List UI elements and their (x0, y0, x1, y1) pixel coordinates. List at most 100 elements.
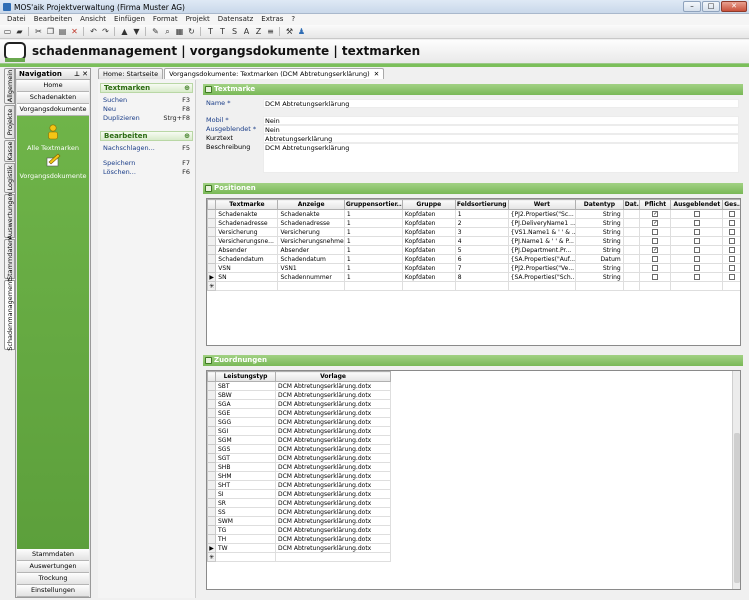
cell-gruppe[interactable]: Kopfdaten (401, 218, 456, 228)
cell-datentyp[interactable]: String (575, 245, 624, 255)
cell-feldsortierung[interactable]: 5 (454, 245, 509, 255)
nav-home-button[interactable]: Home (17, 80, 89, 92)
cell-dat[interactable] (622, 236, 641, 246)
cell-ges[interactable] (722, 218, 740, 228)
table-row[interactable]: Versicherungsne... Versicherungsnehmer 1 Ko… (207, 236, 740, 246)
cell-ausgeblendet[interactable] (670, 254, 724, 264)
cut-icon[interactable]: ✂ (33, 26, 44, 37)
col-vorlage[interactable]: Vorlage (275, 371, 391, 382)
cell-leistungstyp[interactable]: SGT (215, 453, 276, 463)
cell-textmarke[interactable]: Schadendatum (215, 254, 279, 264)
col-wert[interactable]: Wert (507, 199, 577, 210)
col-gruppensortierung[interactable]: Gruppensortier... (343, 199, 403, 210)
action-nachschlagen[interactable]: Nachschlagen... F5 (100, 144, 193, 153)
col-ges[interactable]: Ges... (722, 199, 740, 210)
checkbox[interactable] (693, 211, 700, 217)
cell-gruppensortierung[interactable]: 1 (343, 263, 403, 273)
cell-ges[interactable] (722, 263, 740, 273)
table-row[interactable]: Absender Absender 1 Kopfdaten 5 {PJ.Departmen… (207, 245, 740, 255)
cell-vorlage[interactable]: DCM Abtretungserklärung.dotx (275, 534, 391, 544)
cell-ausgeblendet[interactable] (670, 236, 724, 246)
cell-anzeige[interactable]: Absender (277, 245, 345, 255)
cell-anzeige[interactable]: Versicherung (277, 227, 345, 237)
row-selector[interactable] (207, 426, 216, 436)
arrow-down-icon[interactable]: ▼ (131, 26, 142, 37)
cell-datentyp[interactable]: String (575, 227, 624, 237)
user-icon[interactable]: ♟ (296, 26, 307, 37)
row-selector[interactable] (207, 480, 216, 490)
checkbox[interactable]: ✓ (652, 220, 659, 226)
cell-dat[interactable] (622, 245, 641, 255)
collapse-icon[interactable]: ⊕ (184, 84, 190, 93)
row-selector[interactable] (207, 245, 217, 255)
cell-wert[interactable]: {SA.Properties("Sch... (507, 272, 577, 282)
cell-leistungstyp[interactable]: SHB (215, 462, 276, 472)
vtab-auswertungen[interactable]: Auswertungen (4, 193, 15, 239)
new-icon[interactable]: ▭ (2, 26, 13, 37)
zuordnungen-scrollbar[interactable] (732, 371, 740, 589)
empty-cell[interactable] (343, 281, 403, 291)
cell-anzeige[interactable]: Versicherungsnehmer (277, 236, 345, 246)
row-selector[interactable]: ▶ (207, 543, 216, 553)
ausgeblendet-input[interactable]: Nein (263, 125, 739, 134)
maximize-button[interactable]: □ (702, 1, 720, 12)
checkbox[interactable]: ✓ (652, 211, 659, 217)
cell-ges[interactable] (722, 209, 740, 219)
cell-gruppe[interactable]: Kopfdaten (401, 254, 456, 264)
nav-schadenakten-button[interactable]: Schadenakten (17, 92, 89, 104)
cell-feldsortierung[interactable]: 3 (454, 227, 509, 237)
cell-ges[interactable] (722, 227, 740, 237)
cell-leistungstyp[interactable]: SI (215, 489, 276, 499)
paste-icon[interactable]: ▤ (57, 26, 68, 37)
row-selector[interactable]: ▶ (207, 272, 217, 282)
cell-gruppensortierung[interactable]: 1 (343, 254, 403, 264)
menu-datei[interactable]: Datei (3, 14, 30, 25)
cell-leistungstyp[interactable]: SGM (215, 435, 276, 445)
nav-trockung-button[interactable]: Trockung (17, 573, 89, 585)
cell-ges[interactable] (722, 236, 740, 246)
table-row[interactable]: SHT DCM Abtretungserklärung.dotx (207, 480, 391, 490)
table-row[interactable]: ▶ TW DCM Abtretungserklärung.dotx (207, 543, 391, 553)
cell-leistungstyp[interactable]: SGI (215, 426, 276, 436)
pin-icon[interactable]: ⊥ (74, 70, 80, 78)
cell-pflicht[interactable] (639, 227, 672, 237)
close-window-button[interactable]: ✕ (721, 1, 747, 12)
cell-textmarke[interactable]: Versicherungsne... (215, 236, 279, 246)
vtab-allgemein[interactable]: Allgemein (4, 68, 15, 104)
checkbox[interactable] (693, 247, 700, 253)
cell-leistungstyp[interactable]: TW (215, 543, 276, 553)
table-row[interactable]: Schadenakte Schadenakte 1 Kopfdaten 1 {PJ2.Pr… (207, 209, 740, 219)
cell-dat[interactable] (622, 218, 641, 228)
vtab-logistik[interactable]: Logistik (4, 163, 15, 193)
cell-leistungstyp[interactable]: SHT (215, 480, 276, 490)
row-selector[interactable] (207, 236, 217, 246)
refresh-icon[interactable]: ↻ (186, 26, 197, 37)
table-row[interactable]: Versicherung Versicherung 1 Kopfdaten 3 {VS1.… (207, 227, 740, 237)
vtab-stammdaten[interactable]: Stammdaten (4, 238, 15, 280)
table-row[interactable]: SR DCM Abtretungserklärung.dotx (207, 498, 391, 508)
cell-feldsortierung[interactable]: 7 (454, 263, 509, 273)
cell-vorlage[interactable]: DCM Abtretungserklärung.dotx (275, 516, 391, 526)
row-selector[interactable] (207, 408, 216, 418)
underline-icon[interactable]: A (241, 26, 252, 37)
empty-cell[interactable] (215, 281, 279, 291)
row-selector[interactable] (207, 453, 216, 463)
nav-auswertungen-button[interactable]: Auswertungen (17, 561, 89, 573)
col-ausgeblendet[interactable]: Ausgeblendet (670, 199, 724, 210)
cell-vorlage[interactable]: DCM Abtretungserklärung.dotx (275, 390, 391, 400)
cell-leistungstyp[interactable]: SWM (215, 516, 276, 526)
empty-cell[interactable] (454, 281, 509, 291)
cell-wert[interactable]: {SA.Properties("Auf... (507, 254, 577, 264)
vtab-schadenmanagement[interactable]: Schadenmanagement (4, 279, 15, 351)
cell-leistungstyp[interactable]: SBT (215, 381, 276, 391)
text-icon[interactable]: T (205, 26, 216, 37)
italic-icon[interactable]: S (229, 26, 240, 37)
cell-dat[interactable] (622, 272, 641, 282)
delete-icon[interactable]: ✕ (69, 26, 80, 37)
menu-bearbeiten[interactable]: Bearbeiten (30, 14, 76, 25)
nav-item-alle-textmarken[interactable]: Alle Textmarken (17, 124, 89, 152)
cell-vorlage[interactable]: DCM Abtretungserklärung.dotx (275, 399, 391, 409)
cell-gruppe[interactable]: Kopfdaten (401, 209, 456, 219)
row-selector[interactable] (207, 390, 216, 400)
cell-textmarke[interactable]: VSN (215, 263, 279, 273)
